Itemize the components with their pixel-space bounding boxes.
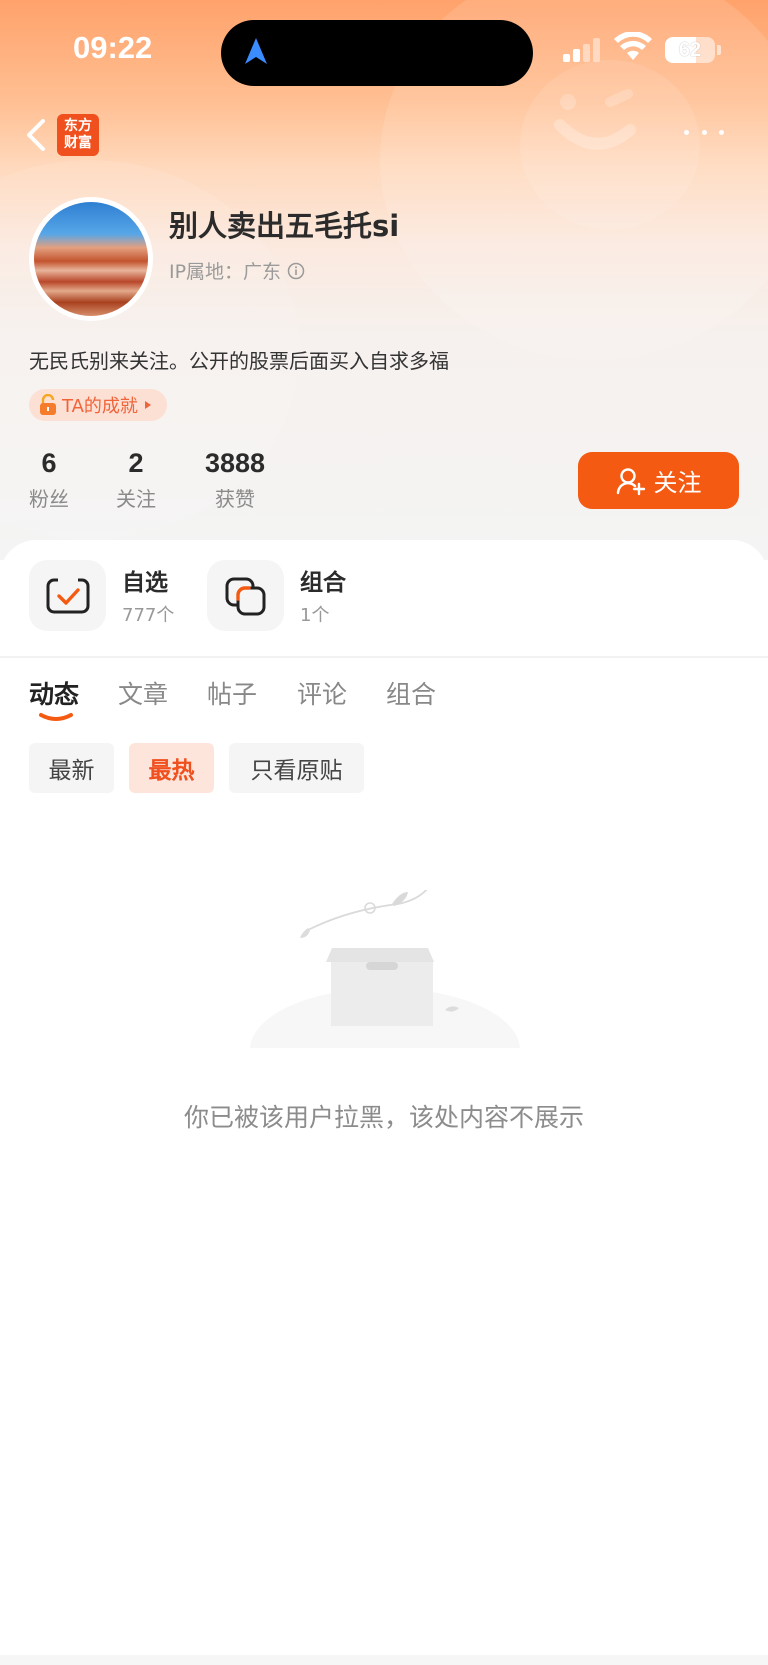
battery-indicator: 62 xyxy=(665,37,715,63)
achievement-badge[interactable]: TA的成就 xyxy=(29,389,167,421)
cellular-signal-icon xyxy=(563,38,603,62)
lock-icon xyxy=(40,394,56,415)
stat-likes-value: 3888 xyxy=(204,448,266,478)
stat-following-value: 2 xyxy=(128,448,144,478)
section-divider xyxy=(0,656,768,658)
stat-likes-label: 获赞 xyxy=(215,487,255,511)
app-logo[interactable]: 东方 财富 xyxy=(57,114,99,156)
battery-tip xyxy=(717,45,721,55)
stat-following-label: 关注 xyxy=(116,487,156,511)
follow-button-label: 关注 xyxy=(653,469,702,497)
stat-likes[interactable]: 3888 获赞 xyxy=(198,447,272,512)
tab-articles[interactable]: 文章 xyxy=(118,675,168,711)
filter-original-only[interactable]: 只看原贴 xyxy=(229,743,364,793)
bottom-safe-area xyxy=(0,1655,768,1665)
avatar[interactable] xyxy=(29,197,153,321)
watchlist-button[interactable] xyxy=(29,560,106,631)
filter-latest[interactable]: 最新 xyxy=(29,743,114,793)
username: 别人卖出五毛托si xyxy=(169,209,400,243)
app-logo-line1: 东方 xyxy=(64,118,92,134)
tab-activity[interactable]: 动态 xyxy=(29,675,79,711)
info-icon[interactable] xyxy=(287,262,305,280)
tab-portfolios[interactable]: 组合 xyxy=(386,675,436,711)
battery-percent: 62 xyxy=(678,39,702,61)
back-arrow-icon[interactable] xyxy=(24,117,48,153)
ip-location-text: IP属地：广东 xyxy=(169,261,282,283)
follow-button[interactable]: 关注 xyxy=(578,452,739,509)
triangle-right-icon xyxy=(144,401,151,409)
add-user-icon xyxy=(616,467,645,495)
stat-following[interactable]: 2 关注 xyxy=(114,447,158,512)
navigation-arrow-icon xyxy=(245,38,267,64)
watchlist-icon xyxy=(46,576,89,613)
tab-comments[interactable]: 评论 xyxy=(297,675,347,711)
portfolio-count: 1个 xyxy=(300,605,330,626)
tab-posts[interactable]: 帖子 xyxy=(207,675,257,711)
avatar-image xyxy=(34,202,148,316)
stat-fans-value: 6 xyxy=(41,448,57,478)
portfolio-icon xyxy=(225,577,265,615)
empty-state-message: 你已被该用户拉黑，该处内容不展示 xyxy=(183,1103,584,1132)
wifi-icon xyxy=(614,32,652,60)
achievement-label: TA的成就 xyxy=(62,396,138,417)
watchlist-count: 777个 xyxy=(122,605,175,626)
portfolio-button[interactable] xyxy=(207,560,284,631)
status-time: 09:22 xyxy=(73,30,153,65)
stat-fans-label: 粉丝 xyxy=(29,487,69,511)
watchlist-title: 自选 xyxy=(122,570,168,596)
ip-location: IP属地：广东 xyxy=(169,257,305,284)
app-logo-line2: 财富 xyxy=(64,135,92,151)
status-bar: 09:22 62 xyxy=(0,0,768,100)
profile-bio: 无民氏别来关注。公开的股票后面买入自求多福 xyxy=(29,349,449,373)
dynamic-island xyxy=(221,20,533,86)
portfolio-title: 组合 xyxy=(300,570,346,596)
more-options-icon[interactable] xyxy=(684,130,724,138)
filter-hottest[interactable]: 最热 xyxy=(129,743,214,793)
active-tab-indicator xyxy=(39,713,73,721)
stat-fans[interactable]: 6 粉丝 xyxy=(29,447,69,512)
empty-box-illustration xyxy=(240,890,530,1060)
